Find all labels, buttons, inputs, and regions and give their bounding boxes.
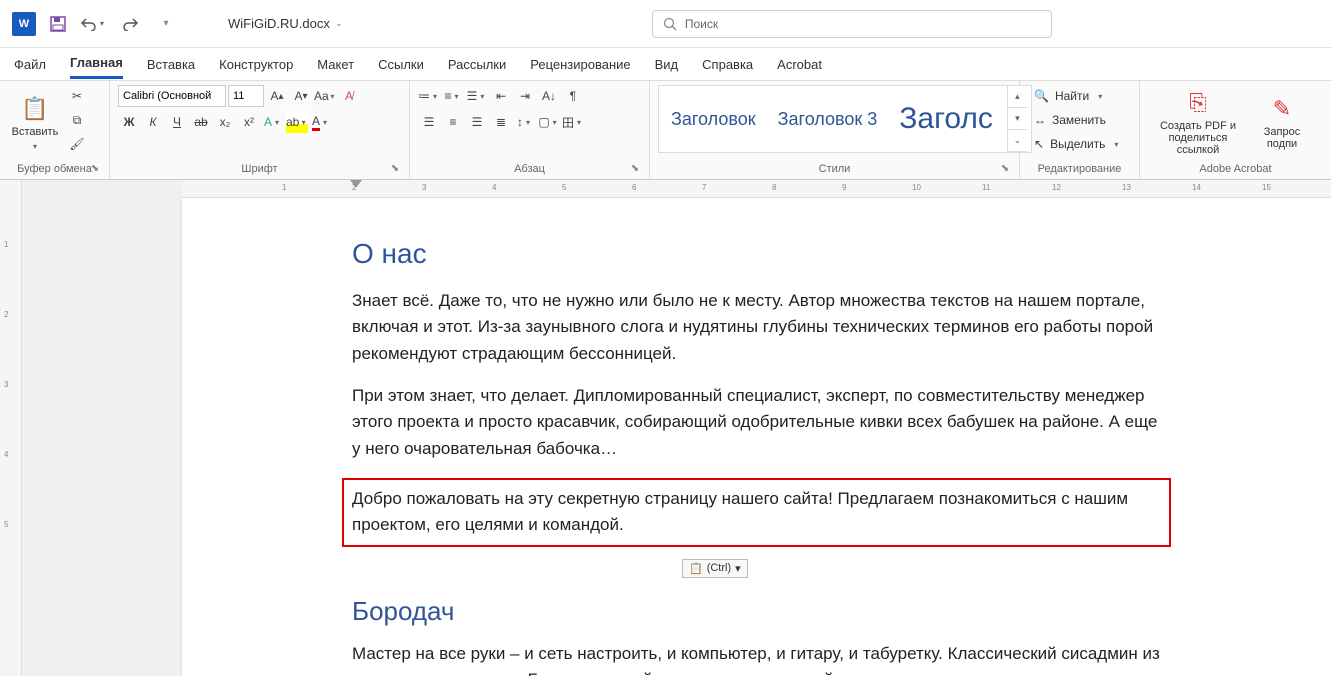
request-sign-button[interactable]: ✎ Запрос подпи bbox=[1252, 85, 1312, 161]
tab-help[interactable]: Справка bbox=[702, 51, 753, 78]
title-bar: W ▾ ▾ WiFiGiD.RU.docx ⌄ Поиск bbox=[0, 0, 1331, 48]
text-effects-icon[interactable]: A▾ bbox=[262, 111, 284, 133]
shading-icon[interactable]: ▢▾ bbox=[538, 111, 560, 133]
undo-icon[interactable]: ▾ bbox=[80, 10, 108, 38]
paragraph-4[interactable]: Мастер на все руки – и сеть настроить, и… bbox=[352, 641, 1161, 676]
tab-acrobat[interactable]: Acrobat bbox=[777, 51, 822, 78]
paste-button[interactable]: 📋 Вставить ▾ bbox=[8, 85, 62, 161]
bold-button[interactable]: Ж bbox=[118, 111, 140, 133]
numbering-icon[interactable]: ≡▾ bbox=[442, 85, 464, 107]
style-heading[interactable]: Заголовок bbox=[663, 105, 764, 134]
clear-format-icon[interactable]: A̸ bbox=[338, 85, 360, 107]
tab-references[interactable]: Ссылки bbox=[378, 51, 424, 78]
line-spacing-icon[interactable]: ↕▾ bbox=[514, 111, 536, 133]
font-dialog-launcher[interactable]: ⬊ bbox=[389, 163, 401, 175]
font-color-icon[interactable]: A▾ bbox=[310, 111, 332, 133]
heading-borodach[interactable]: Бородач bbox=[352, 596, 1161, 627]
create-pdf-label: Создать PDF и поделиться ссылкой bbox=[1150, 120, 1246, 156]
subscript-button[interactable]: x₂ bbox=[214, 111, 236, 133]
paragraph-3[interactable]: Добро пожаловать на эту секретную страни… bbox=[352, 486, 1161, 539]
align-left-icon[interactable]: ☰ bbox=[418, 111, 440, 133]
request-sign-label: Запрос подпи bbox=[1254, 126, 1310, 150]
filename-text: WiFiGiD.RU.docx bbox=[228, 16, 330, 31]
style-heading3[interactable]: Заголовок 3 bbox=[770, 105, 886, 134]
styles-group-label: Стили⬊ bbox=[658, 161, 1011, 177]
style-title[interactable]: Заголс bbox=[891, 98, 1001, 140]
vertical-ruler[interactable]: 1 2 3 4 5 bbox=[0, 180, 22, 676]
ribbon-tabs: Файл Главная Вставка Конструктор Макет С… bbox=[0, 48, 1331, 80]
italic-button[interactable]: К bbox=[142, 111, 164, 133]
highlight-icon[interactable]: ab▾ bbox=[286, 111, 308, 133]
tab-mailings[interactable]: Рассылки bbox=[448, 51, 506, 78]
paragraph-dialog-launcher[interactable]: ⬊ bbox=[629, 163, 641, 175]
bullets-icon[interactable]: ≔▾ bbox=[418, 85, 440, 107]
redo-icon[interactable] bbox=[116, 10, 144, 38]
cut-icon[interactable]: ✂ bbox=[66, 85, 88, 107]
indent-inc-icon[interactable]: ⇥ bbox=[514, 85, 536, 107]
clipboard-dialog-launcher[interactable]: ⬊ bbox=[89, 163, 101, 175]
font-name-select[interactable] bbox=[118, 85, 226, 107]
clipboard-group-label: Буфер обмена⬊ bbox=[8, 161, 101, 177]
ribbon: 📋 Вставить ▾ ✂ ⧉ 🖌 Буфер обмена⬊ A▴ A▾ A… bbox=[0, 80, 1331, 180]
grow-font-icon[interactable]: A▴ bbox=[266, 85, 288, 107]
strike-button[interactable]: ab bbox=[190, 111, 212, 133]
tab-review[interactable]: Рецензирование bbox=[530, 51, 630, 78]
underline-button[interactable]: Ч bbox=[166, 111, 188, 133]
align-right-icon[interactable]: ☰ bbox=[466, 111, 488, 133]
tab-layout[interactable]: Макет bbox=[317, 51, 354, 78]
replace-button[interactable]: ↔ Заменить bbox=[1028, 109, 1131, 131]
save-icon[interactable] bbox=[44, 10, 72, 38]
shrink-font-icon[interactable]: A▾ bbox=[290, 85, 312, 107]
select-button[interactable]: ↖ Выделить ▾ bbox=[1028, 133, 1131, 155]
tab-design[interactable]: Конструктор bbox=[219, 51, 293, 78]
indent-dec-icon[interactable]: ⇤ bbox=[490, 85, 512, 107]
justify-icon[interactable]: ≣ bbox=[490, 111, 512, 133]
multilevel-icon[interactable]: ☰▾ bbox=[466, 85, 488, 107]
format-painter-icon[interactable]: 🖌 bbox=[66, 133, 88, 155]
highlighted-paragraph: Добро пожаловать на эту секретную страни… bbox=[342, 478, 1171, 547]
pilcrow-icon[interactable]: ¶ bbox=[562, 85, 584, 107]
chevron-down-icon: ⌄ bbox=[334, 19, 344, 28]
search-placeholder: Поиск bbox=[685, 17, 718, 31]
search-input[interactable]: Поиск bbox=[652, 10, 1052, 38]
heading-about[interactable]: О нас bbox=[352, 238, 1161, 270]
copy-icon[interactable]: ⧉ bbox=[66, 109, 88, 131]
font-group-label: Шрифт⬊ bbox=[118, 161, 401, 177]
paragraph-2[interactable]: При этом знает, что делает. Дипломирован… bbox=[352, 383, 1161, 462]
superscript-button[interactable]: x² bbox=[238, 111, 260, 133]
tab-home[interactable]: Главная bbox=[70, 49, 123, 79]
styles-dialog-launcher[interactable]: ⬊ bbox=[999, 163, 1011, 175]
document-title[interactable]: WiFiGiD.RU.docx ⌄ bbox=[228, 16, 344, 31]
align-center-icon[interactable]: ≡ bbox=[442, 111, 464, 133]
editing-group-label: Редактирование bbox=[1028, 161, 1131, 177]
create-pdf-button[interactable]: ⎘ Создать PDF и поделиться ссылкой bbox=[1148, 85, 1248, 161]
paste-label: Вставить bbox=[12, 126, 59, 138]
qat-dropdown-icon[interactable]: ▾ bbox=[152, 10, 180, 38]
sort-icon[interactable]: A↓ bbox=[538, 85, 560, 107]
font-size-select[interactable] bbox=[228, 85, 264, 107]
paragraph-1[interactable]: Знает всё. Даже то, что не нужно или был… bbox=[352, 288, 1161, 367]
change-case-icon[interactable]: Aa▾ bbox=[314, 85, 336, 107]
horizontal-ruler[interactable]: 1 2 3 4 5 6 7 8 9 10 11 12 13 14 15 16 bbox=[182, 180, 1331, 198]
document-page[interactable]: О нас Знает всё. Даже то, что не нужно и… bbox=[182, 198, 1331, 676]
find-button[interactable]: 🔍 Найти ▾ bbox=[1028, 85, 1131, 107]
styles-gallery[interactable]: Заголовок Заголовок 3 Заголс ▴ ▾ ⌄ bbox=[658, 85, 1032, 153]
borders-icon[interactable]: 田▾ bbox=[562, 111, 584, 133]
search-icon bbox=[663, 17, 677, 31]
word-app-icon: W bbox=[12, 12, 36, 36]
tab-view[interactable]: Вид bbox=[655, 51, 679, 78]
acrobat-group-label: Adobe Acrobat bbox=[1148, 161, 1323, 177]
tab-insert[interactable]: Вставка bbox=[147, 51, 195, 78]
tab-file[interactable]: Файл bbox=[14, 51, 46, 78]
paragraph-group-label: Абзац⬊ bbox=[418, 161, 641, 177]
paste-options-button[interactable]: 📋 (Ctrl) ▾ bbox=[682, 559, 748, 578]
